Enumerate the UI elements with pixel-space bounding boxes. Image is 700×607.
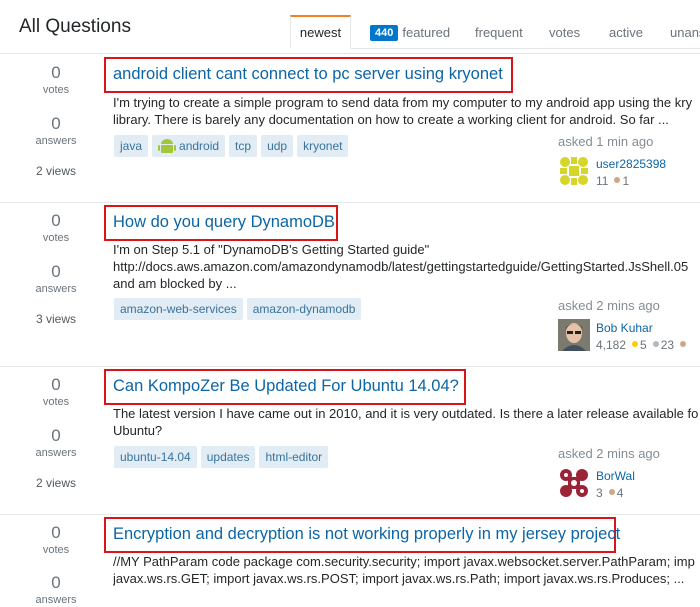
answer-count: 0 answers [20, 426, 92, 460]
tag-amazon-dynamodb[interactable]: amazon-dynamodb [246, 298, 362, 320]
tag-ubuntu-14-04[interactable]: ubuntu-14.04 [114, 446, 197, 468]
answer-count-label: answers [35, 594, 77, 606]
reputation: 11 [596, 174, 609, 188]
question-excerpt: I'm trying to create a simple program to… [113, 95, 693, 127]
tag-udp[interactable]: udp [261, 135, 294, 157]
vote-count-number: 0 [51, 63, 61, 82]
tag-android[interactable]: android [152, 135, 226, 157]
user-name-link[interactable]: BorWal [596, 468, 635, 484]
user-card: Bob Kuhar 4,182 5 23 [596, 320, 688, 354]
bronze-badge-icon [680, 341, 687, 348]
user-photo-avatar [558, 319, 590, 351]
question-title-link[interactable]: Encryption and decryption is not working… [113, 525, 620, 543]
vote-count-label: votes [42, 396, 70, 408]
question-title-highlight: Encryption and decryption is not working… [104, 517, 620, 553]
answer-count-label: answers [35, 447, 77, 459]
asked-time: asked 2 mins ago [558, 298, 660, 313]
tag-list: amazon-web-services amazon-dynamodb [114, 298, 365, 320]
tag-updates[interactable]: updates [200, 446, 256, 468]
asked-time: asked 1 min ago [558, 134, 654, 149]
question-divider [0, 53, 700, 54]
question-excerpt: I'm on Step 5.1 of "DynamoDB's Getting S… [113, 242, 689, 291]
question-title-highlight: Can KompoZer Be Updated For Ubuntu 14.04… [104, 369, 466, 405]
avatar[interactable] [558, 155, 590, 187]
vote-count-number: 0 [51, 375, 61, 394]
answer-count-number: 0 [51, 426, 61, 445]
vote-count-number: 0 [51, 523, 61, 542]
answer-count-label: answers [35, 283, 77, 295]
gold-badge-count: 5 [640, 338, 647, 352]
answer-count: 0 answers [20, 573, 92, 607]
vote-count: 0 votes [20, 211, 92, 245]
question-divider [0, 514, 700, 515]
tab-featured[interactable]: 440 featured [370, 15, 450, 49]
vote-count-label: votes [42, 84, 70, 96]
tab-newest[interactable]: newest [290, 15, 351, 49]
vote-count-number: 0 [51, 211, 61, 230]
question-title-highlight: How do you query DynamoDB [104, 205, 338, 241]
sort-tabs: newest 440 featured frequent votes active… [290, 15, 700, 49]
vote-count-label: votes [42, 544, 70, 556]
question-title-link[interactable]: How do you query DynamoDB [113, 213, 335, 231]
vote-count: 0 votes [20, 523, 92, 557]
identicon-avatar [558, 467, 590, 499]
featured-count-badge: 440 [370, 25, 399, 41]
silver-badge-count: 23 [660, 338, 675, 352]
bronze-badge-count: 1 [622, 174, 630, 188]
avatar[interactable] [558, 319, 590, 351]
tab-unanswered[interactable]: unans [670, 15, 700, 49]
avatar[interactable] [558, 467, 590, 499]
view-count: 2 views [35, 164, 76, 178]
tag-list: java android tcp udp kryonet [114, 135, 352, 157]
asked-time: asked 2 mins ago [558, 446, 660, 461]
tag-amazon-web-services[interactable]: amazon-web-services [114, 298, 243, 320]
tag-list: ubuntu-14.04 updates html-editor [114, 446, 332, 468]
tab-frequent[interactable]: frequent [475, 15, 523, 49]
question-title-highlight: android client cant connect to pc server… [104, 57, 513, 93]
answer-count: 0 answers [20, 114, 92, 148]
bronze-badge-icon [608, 489, 615, 496]
question-divider [0, 202, 700, 203]
user-name-link[interactable]: user2825398 [596, 156, 666, 172]
vote-count-label: votes [42, 232, 70, 244]
question-title-link[interactable]: Can KompoZer Be Updated For Ubuntu 14.04… [113, 377, 459, 395]
android-icon [158, 138, 177, 153]
question-title-link[interactable]: android client cant connect to pc server… [113, 65, 503, 83]
reputation: 3 [596, 486, 603, 500]
view-count: 2 views [35, 476, 76, 490]
reputation: 4,182 [596, 338, 627, 352]
user-card: user2825398 11 1 [596, 156, 666, 190]
identicon-avatar [558, 155, 590, 187]
tab-votes[interactable]: votes [549, 15, 580, 49]
user-card: BorWal 34 [596, 468, 635, 502]
tag-html-editor[interactable]: html-editor [259, 446, 329, 468]
silver-badge-icon [652, 341, 659, 348]
answer-count-number: 0 [51, 262, 61, 281]
answer-count-label: answers [35, 135, 77, 147]
view-count: 3 views [35, 312, 76, 326]
tab-featured-label: featured [402, 25, 451, 40]
question-excerpt: //MY PathParam code package com.security… [113, 554, 695, 586]
gold-badge-icon [632, 341, 639, 348]
tag-tcp[interactable]: tcp [229, 135, 258, 157]
tag-java[interactable]: java [114, 135, 149, 157]
vote-count: 0 votes [20, 63, 92, 97]
bronze-badge-count: 4 [616, 486, 624, 500]
bronze-badge-icon [614, 177, 621, 184]
question-excerpt: The latest version I have came out in 20… [113, 406, 699, 438]
answer-count: 0 answers [20, 262, 92, 296]
tab-active[interactable]: active [609, 15, 643, 49]
answer-count-number: 0 [51, 573, 61, 592]
user-name-link[interactable]: Bob Kuhar [596, 320, 688, 336]
answer-count-number: 0 [51, 114, 61, 133]
tag-android-label: android [179, 139, 220, 153]
vote-count: 0 votes [20, 375, 92, 409]
question-divider [0, 366, 700, 367]
tag-kryonet[interactable]: kryonet [297, 135, 349, 157]
page-title: All Questions [19, 16, 131, 37]
